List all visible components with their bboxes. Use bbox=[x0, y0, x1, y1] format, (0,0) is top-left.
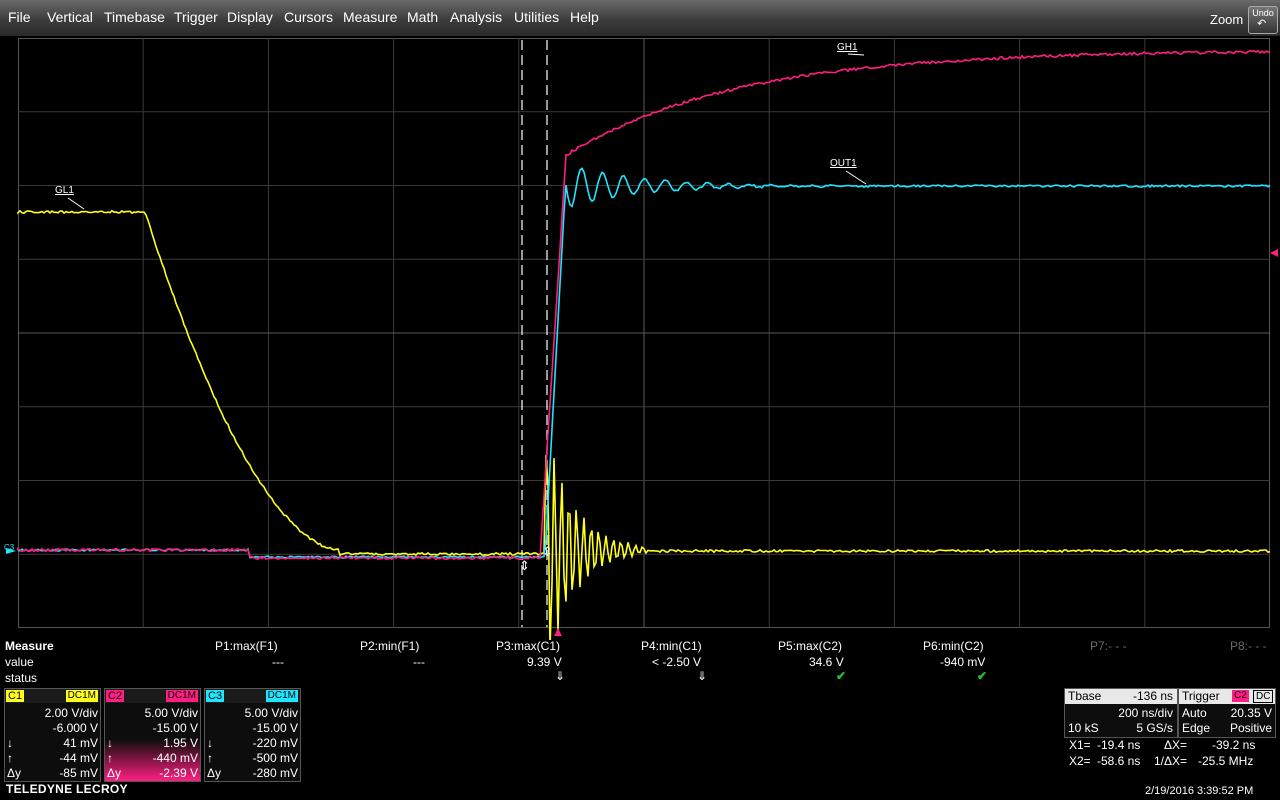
out1-leader bbox=[846, 171, 866, 184]
measure-row-status: status bbox=[5, 671, 37, 685]
channel-c1-cursor2: -44 mV bbox=[5, 751, 98, 765]
trigger-level-marker bbox=[1270, 249, 1278, 257]
channel-c1-offset: -6.000 V bbox=[5, 721, 98, 735]
p7-label[interactable]: P7:- - - bbox=[1090, 639, 1127, 653]
waveform-display: ⇕ ⇕ bbox=[0, 0, 1280, 640]
measure-table: Measure value status P1:max(F1) --- P2:m… bbox=[0, 638, 1280, 688]
timebase-samples: 10 kS bbox=[1068, 721, 1099, 735]
channel-c3-offset: -15.00 V bbox=[205, 721, 298, 735]
trigger-position-marker bbox=[554, 628, 562, 636]
timebase-rate: 5 GS/s bbox=[1136, 721, 1173, 735]
channel-c2-offset: -15.00 V bbox=[105, 721, 198, 735]
trigger-box[interactable]: Trigger C2 DC Auto 20.35 V Edge Positive bbox=[1178, 688, 1276, 738]
channel-c2-cursor1: 1.95 V bbox=[105, 736, 198, 750]
p5-check-icon: ✔ bbox=[836, 669, 846, 683]
trigger-level: 20.35 V bbox=[1231, 706, 1272, 720]
timebase-box[interactable]: Tbase -136 ns 200 ns/div 10 kS 5 GS/s bbox=[1064, 688, 1178, 738]
cursor-x2-arrow: ⇕ bbox=[542, 544, 553, 559]
channel-c2-box[interactable]: C2 DC1M 5.00 V/div -15.00 V ↓ 1.95 V ↑ -… bbox=[104, 688, 201, 782]
trigger-type: Edge bbox=[1182, 721, 1210, 735]
p4-status-icon: ⇓ bbox=[697, 669, 707, 683]
channel-c1-coupling: DC1M bbox=[66, 690, 98, 702]
timebase-header: Tbase -136 ns bbox=[1065, 689, 1177, 704]
p1-value: --- bbox=[272, 655, 284, 669]
cursor-dx-label: ΔX= bbox=[1164, 738, 1187, 752]
channel-c3-name: C3 bbox=[206, 690, 224, 702]
p2-value: --- bbox=[413, 655, 425, 669]
p8-label[interactable]: P8:- - - bbox=[1230, 639, 1267, 653]
channel-c2-header: C2 DC1M bbox=[105, 689, 200, 703]
gh1-label: GH1 bbox=[837, 42, 858, 53]
trigger-mode: Auto bbox=[1182, 706, 1207, 720]
channel-c1-vdiv: 2.00 V/div bbox=[5, 706, 98, 720]
gh1-leader bbox=[848, 54, 864, 55]
cursor-dx-value: -39.2 ns bbox=[1212, 738, 1255, 752]
channel-c3-vdiv: 5.00 V/div bbox=[205, 706, 298, 720]
p1-label[interactable]: P1:max(F1) bbox=[215, 639, 278, 653]
channel-c1-name: C1 bbox=[6, 690, 24, 702]
channel-c2-name: C2 bbox=[106, 690, 124, 702]
channel-c2-coupling: DC1M bbox=[166, 690, 198, 702]
p3-value: 9.39 V bbox=[527, 655, 562, 669]
p6-label[interactable]: P6:min(C2) bbox=[923, 639, 984, 653]
cursor-inv-dx-value: -25.5 MHz bbox=[1198, 754, 1253, 768]
trigger-coupling: DC bbox=[1253, 690, 1273, 703]
p3-label[interactable]: P3:max(C1) bbox=[496, 639, 560, 653]
cursor-readout: X1= -19.4 ns ΔX= -39.2 ns X2= -58.6 ns 1… bbox=[1066, 738, 1276, 770]
channel-c2-cursor2: -440 mV bbox=[105, 751, 198, 765]
timebase-tdiv: 200 ns/div bbox=[1118, 706, 1173, 720]
out1-label: OUT1 bbox=[830, 158, 857, 169]
channel-c2-vdiv: 5.00 V/div bbox=[105, 706, 198, 720]
p5-label[interactable]: P5:max(C2) bbox=[778, 639, 842, 653]
channel-c1-header: C1 DC1M bbox=[5, 689, 100, 703]
cursor-inv-dx-label: 1/ΔX= bbox=[1154, 754, 1187, 768]
cursor-x1-value: -19.4 ns bbox=[1097, 738, 1140, 752]
trigger-slope: Positive bbox=[1230, 721, 1272, 735]
p5-value: 34.6 V bbox=[809, 655, 844, 669]
measure-title: Measure bbox=[5, 639, 54, 653]
cursor-x2-value: -58.6 ns bbox=[1097, 754, 1140, 768]
channel-c3-cursor2: -500 mV bbox=[205, 751, 298, 765]
datetime: 2/19/2016 3:39:52 PM bbox=[1145, 785, 1253, 797]
timebase-delay: -136 ns bbox=[1133, 689, 1173, 703]
channel-c3-coupling: DC1M bbox=[266, 690, 298, 702]
timebase-title: Tbase bbox=[1068, 689, 1101, 703]
trigger-source: C2 bbox=[1232, 690, 1249, 702]
gl1-label: GL1 bbox=[55, 185, 74, 196]
p2-label[interactable]: P2:min(F1) bbox=[360, 639, 419, 653]
cursor-x1-label: X1= bbox=[1069, 738, 1091, 752]
trigger-title: Trigger bbox=[1182, 689, 1220, 703]
gl1-leader bbox=[68, 198, 84, 209]
c3-marker-label: C3 bbox=[4, 543, 14, 552]
channel-c1-delta: -85 mV bbox=[5, 766, 98, 780]
channel-c3-cursor1: -220 mV bbox=[205, 736, 298, 750]
trigger-header: Trigger C2 DC bbox=[1179, 689, 1275, 704]
teledyne-lecroy-logo: TELEDYNE LECROY bbox=[6, 782, 128, 796]
p3-status-icon: ⇓ bbox=[555, 669, 565, 683]
cursor-x1-arrow: ⇕ bbox=[519, 558, 530, 573]
p4-label[interactable]: P4:min(C1) bbox=[641, 639, 702, 653]
grid-lines bbox=[18, 38, 1270, 628]
measure-row-value: value bbox=[5, 655, 34, 669]
p6-check-icon: ✔ bbox=[977, 669, 987, 683]
channel-c3-box[interactable]: C3 DC1M 5.00 V/div -15.00 V ↓ -220 mV ↑ … bbox=[204, 688, 301, 782]
p6-value: -940 mV bbox=[940, 655, 985, 669]
channel-c1-box[interactable]: C1 DC1M 2.00 V/div -6.000 V ↓ 41 mV ↑ -4… bbox=[4, 688, 101, 782]
channel-c3-delta: -280 mV bbox=[205, 766, 298, 780]
channel-c2-delta: -2.39 V bbox=[105, 766, 198, 780]
cursor-x2-label: X2= bbox=[1069, 754, 1091, 768]
channel-c3-header: C3 DC1M bbox=[205, 689, 300, 703]
channel-c1-cursor1: 41 mV bbox=[5, 736, 98, 750]
p4-value: < -2.50 V bbox=[652, 655, 701, 669]
